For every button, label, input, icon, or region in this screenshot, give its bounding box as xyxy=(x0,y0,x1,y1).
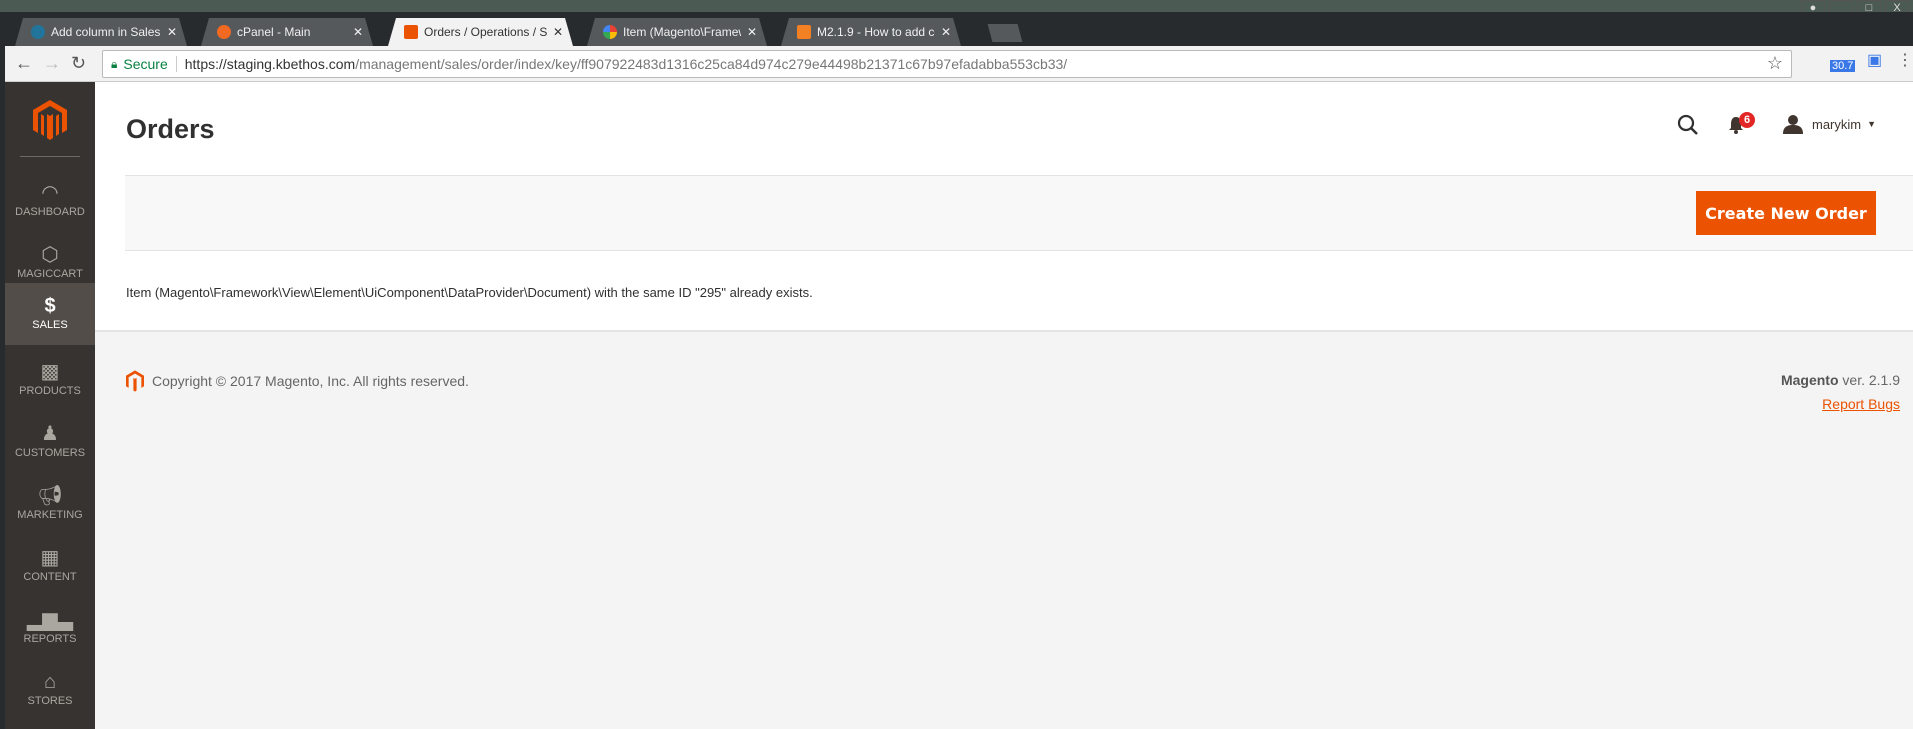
main-content: Orders 6 marykim ▼ Create New Order Item… xyxy=(95,82,1913,330)
divider xyxy=(175,56,177,72)
close-tab-icon[interactable]: ✕ xyxy=(747,25,757,39)
address-bar[interactable]: 🔒︎ Secure https://staging.kbethos.com/ma… xyxy=(102,50,1792,78)
magento-se-icon xyxy=(797,25,811,39)
magento-icon xyxy=(404,25,418,39)
notifications-badge[interactable]: 6 xyxy=(1739,112,1755,128)
person-icon: ♟ xyxy=(41,423,59,445)
sidebar-item-products[interactable]: ▩ PRODUCTS xyxy=(5,353,95,415)
bar-chart-icon: ▂▆▃ xyxy=(26,609,74,631)
menu-icon[interactable]: ⋮ xyxy=(1897,50,1913,70)
report-bugs-link[interactable]: Report Bugs xyxy=(1822,396,1900,412)
lock-icon: 🔒︎ xyxy=(111,56,118,71)
username: marykim xyxy=(1812,116,1862,132)
google-icon xyxy=(603,25,617,39)
page-actions-bar: Create New Order xyxy=(125,175,1913,251)
back-icon[interactable]: ← xyxy=(15,53,33,74)
cpanel-icon xyxy=(217,25,231,39)
close-tab-icon[interactable]: ✕ xyxy=(553,25,563,39)
new-tab-button[interactable] xyxy=(987,24,1023,42)
magento-footer-logo-icon xyxy=(126,370,144,392)
sidebar-divider xyxy=(20,156,80,157)
tab-cpanel[interactable]: cPanel - Main ✕ xyxy=(201,18,373,46)
tab-bar: Add column in Sales Invo✕ cPanel - Main✕… xyxy=(5,12,1913,46)
version-info: Magento ver. 2.1.9 xyxy=(1780,372,1900,388)
tab-add-column[interactable]: Add column in Sales Invo✕ xyxy=(15,18,187,46)
search-icon[interactable] xyxy=(1677,114,1699,136)
megaphone-icon: 📢︎ xyxy=(37,485,63,507)
forward-icon[interactable]: → xyxy=(43,53,61,74)
box-icon: ▩ xyxy=(40,361,60,383)
speed-extension-icon[interactable]: 30.7 xyxy=(1830,60,1856,72)
sidebar-item-content[interactable]: ▦ CONTENT xyxy=(5,539,95,601)
sidebar-item-marketing[interactable]: 📢︎ MARKETING xyxy=(5,477,95,539)
sidebar-item-stores[interactable]: ⌂ STORES xyxy=(5,663,95,725)
tab-m219[interactable]: M2.1.9 - How to add col ✕ xyxy=(781,18,961,46)
user-menu[interactable]: marykim ▼ xyxy=(1783,114,1876,134)
error-message: Item (Magento\Framework\View\Element\UiC… xyxy=(126,285,813,300)
close-tab-icon[interactable]: ✕ xyxy=(167,25,177,39)
sidebar-item-reports[interactable]: ▂▆▃ REPORTS xyxy=(5,601,95,663)
sidebar-item-customers[interactable]: ♟ CUSTOMERS xyxy=(5,415,95,477)
url-path: /management/sales/order/index/key/ff9079… xyxy=(355,56,1068,72)
store-icon: ⌂ xyxy=(43,671,57,693)
extension-icon[interactable]: ▣ xyxy=(1867,50,1882,70)
bookmark-star-icon[interactable]: ☆ xyxy=(1767,53,1783,74)
admin-sidebar: ◠ DASHBOARD ⬡ MAGICCART $ SALES ▩ PRODUCTS ♟… xyxy=(5,82,95,729)
close-tab-icon[interactable]: ✕ xyxy=(941,25,951,39)
dollar-icon: $ xyxy=(44,295,56,317)
url-host: https://staging.kbethos.com xyxy=(184,56,356,72)
wordpress-icon xyxy=(31,25,45,39)
chevron-down-icon: ▼ xyxy=(1867,119,1877,129)
close-tab-icon[interactable]: ✕ xyxy=(353,25,363,39)
create-new-order-button[interactable]: Create New Order xyxy=(1696,191,1876,235)
footer: Copyright © 2017 Magento, Inc. All right… xyxy=(95,330,1913,729)
tab-google-item[interactable]: Item (Magento\Framewo ✕ xyxy=(587,18,767,46)
desktop-strip xyxy=(0,0,1913,12)
page-title: Orders xyxy=(126,114,215,144)
sidebar-item-sales[interactable]: $ SALES xyxy=(5,283,95,345)
magento-logo-icon[interactable] xyxy=(33,100,67,140)
reload-icon[interactable]: ↻ xyxy=(71,53,86,74)
sidebar-item-dashboard[interactable]: ◠ DASHBOARD xyxy=(5,174,95,236)
layout-icon: ▦ xyxy=(40,547,60,569)
copyright-text: Copyright © 2017 Magento, Inc. All right… xyxy=(152,373,469,389)
tab-orders[interactable]: Orders / Operations / Sal ✕ xyxy=(388,18,573,46)
browser-toolbar: ← → ↻ 🔒︎ Secure https://staging.kbethos.… xyxy=(5,46,1913,82)
user-icon xyxy=(1783,115,1803,134)
dashboard-icon: ◠ xyxy=(41,182,59,204)
hexagon-icon: ⬡ xyxy=(41,244,59,266)
